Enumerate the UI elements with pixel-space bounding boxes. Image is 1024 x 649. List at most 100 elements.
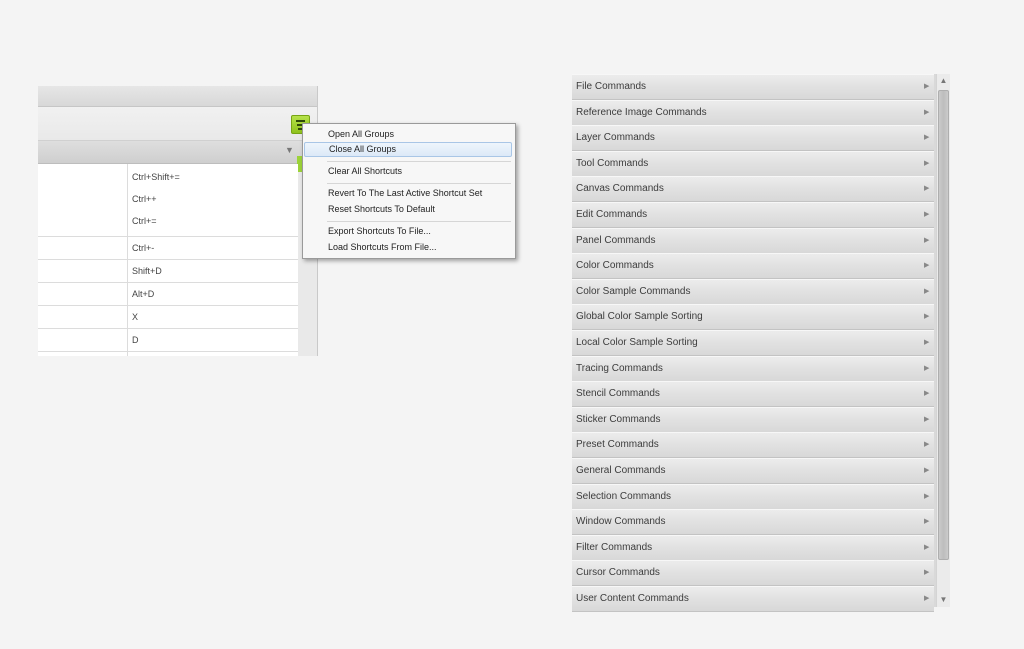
table-row[interactable]: X	[38, 306, 298, 329]
menu-item-export-shortcuts[interactable]: Export Shortcuts To File...	[304, 224, 512, 239]
shortcut-key: Shift+D	[132, 266, 162, 276]
command-group-row[interactable]: Tracing Commands ▶	[572, 355, 934, 382]
shortcut-key: Ctrl+=	[132, 216, 157, 226]
shortcut-key: Alt+D	[132, 289, 155, 299]
menu-item-clear-all-shortcuts[interactable]: Clear All Shortcuts	[304, 164, 512, 179]
chevron-right-icon[interactable]: ▶	[924, 466, 929, 474]
command-group-row[interactable]: Reference Image Commands ▶	[572, 99, 934, 126]
menu-separator	[327, 183, 511, 184]
table-row[interactable]: F5	[38, 352, 298, 356]
command-group-label: Sticker Commands	[576, 413, 661, 425]
shortcut-key: Ctrl+-	[132, 243, 155, 253]
command-group-row[interactable]: Selection Commands ▶	[572, 483, 934, 510]
command-group-row[interactable]: Sticker Commands ▶	[572, 406, 934, 433]
command-group-label: General Commands	[576, 465, 666, 476]
chevron-right-icon[interactable]: ▶	[924, 364, 929, 372]
command-group-label: Layer Commands	[576, 132, 655, 144]
shortcut-table: Ctrl+Shift+= Ctrl++ Ctrl+= Ctrl+- Shift+…	[38, 164, 298, 356]
menu-separator	[327, 161, 511, 162]
command-group-label: File Commands	[576, 81, 647, 92]
chevron-right-icon[interactable]: ▶	[924, 261, 929, 269]
command-group-label: Filter Commands	[576, 541, 653, 553]
table-row[interactable]: Shift+D	[38, 260, 298, 283]
shortcut-key: Ctrl+Shift+=	[132, 172, 180, 182]
command-group-row[interactable]: Tool Commands ▶	[572, 150, 934, 177]
command-group-row[interactable]: Global Color Sample Sorting ▶	[572, 304, 934, 331]
table-row[interactable]: Ctrl+Shift+= Ctrl++ Ctrl+=	[38, 164, 298, 237]
chevron-right-icon[interactable]: ▶	[924, 415, 929, 423]
command-group-list: File Commands ▶ Reference Image Commands ▶ L…	[572, 74, 936, 612]
command-group-row[interactable]: Panel Commands ▶	[572, 227, 934, 254]
menu-separator	[327, 221, 511, 222]
command-group-label: Window Commands	[576, 516, 666, 528]
command-group-row[interactable]: Layer Commands ▶	[572, 125, 934, 152]
panel-titlebar	[38, 86, 317, 107]
command-group-row[interactable]: Filter Commands ▶	[572, 534, 934, 561]
chevron-right-icon[interactable]: ▶	[924, 159, 929, 167]
menu-item-revert-shortcut-set[interactable]: Revert To The Last Active Shortcut Set	[304, 186, 512, 201]
chevron-right-icon[interactable]: ▶	[924, 568, 929, 576]
command-group-label: Selection Commands	[576, 490, 672, 502]
chevron-right-icon[interactable]: ▶	[924, 389, 929, 397]
command-group-row[interactable]: User Content Commands ▶	[572, 586, 934, 612]
shortcut-column-header[interactable]: ▼	[38, 141, 317, 164]
command-group-label: Stencil Commands	[576, 388, 660, 400]
command-group-row[interactable]: Stencil Commands ▶	[572, 381, 934, 408]
triangle-down-icon[interactable]: ▼	[285, 145, 294, 155]
command-group-row[interactable]: Local Color Sample Sorting ▶	[572, 330, 934, 356]
menu-item-load-shortcuts[interactable]: Load Shortcuts From File...	[304, 240, 512, 255]
command-group-label: Reference Image Commands	[576, 106, 707, 118]
chevron-right-icon[interactable]: ▶	[924, 108, 929, 116]
chevron-right-icon[interactable]: ▶	[924, 236, 929, 244]
command-group-label: Panel Commands	[576, 234, 656, 246]
chevron-right-icon[interactable]: ▶	[924, 440, 929, 448]
table-row[interactable]: D	[38, 329, 298, 352]
command-group-row[interactable]: Color Commands ▶	[572, 253, 934, 280]
chevron-right-icon[interactable]: ▶	[924, 312, 929, 320]
command-group-row[interactable]: Preset Commands ▶	[572, 432, 934, 459]
command-group-label: Tool Commands	[576, 157, 649, 169]
vertical-scrollbar[interactable]: ▲ ▼	[936, 74, 950, 607]
arrow-up-icon[interactable]: ▲	[937, 74, 950, 88]
command-group-label: Cursor Commands	[576, 567, 660, 579]
command-group-label: Preset Commands	[576, 439, 659, 451]
chevron-right-icon[interactable]: ▶	[924, 517, 929, 525]
chevron-right-icon[interactable]: ▶	[924, 594, 929, 602]
scrollbar-thumb[interactable]	[938, 90, 949, 560]
command-group-label: Global Color Sample Sorting	[576, 311, 703, 323]
chevron-right-icon[interactable]: ▶	[924, 338, 929, 346]
chevron-right-icon[interactable]: ▶	[924, 184, 929, 192]
chevron-right-icon[interactable]: ▶	[924, 210, 929, 218]
chevron-right-icon[interactable]: ▶	[924, 543, 929, 551]
shortcut-key: Ctrl++	[132, 194, 157, 204]
table-row[interactable]: Ctrl+-	[38, 237, 298, 260]
command-group-label: Edit Commands	[576, 209, 648, 220]
shortcut-key: D	[132, 335, 139, 345]
menu-icon	[296, 120, 305, 122]
command-group-row[interactable]: General Commands ▶	[572, 458, 934, 484]
command-group-label: Canvas Commands	[576, 183, 664, 195]
command-group-label: Color Sample Commands	[576, 285, 691, 297]
command-group-row[interactable]: File Commands ▶	[572, 74, 934, 100]
command-group-label: Color Commands	[576, 260, 654, 272]
menu-item-open-all-groups[interactable]: Open All Groups	[304, 127, 512, 142]
command-group-label: Local Color Sample Sorting	[576, 337, 698, 348]
command-group-row[interactable]: Edit Commands ▶	[572, 202, 934, 228]
panel-toolbar	[38, 107, 317, 141]
panel-context-menu: Open All Groups Close All Groups Clear A…	[302, 123, 516, 259]
menu-item-reset-shortcuts[interactable]: Reset Shortcuts To Default	[304, 202, 512, 217]
command-group-row[interactable]: Canvas Commands ▶	[572, 176, 934, 203]
chevron-right-icon[interactable]: ▶	[924, 287, 929, 295]
table-row[interactable]: Alt+D	[38, 283, 298, 306]
chevron-right-icon[interactable]: ▶	[924, 82, 929, 90]
arrow-down-icon[interactable]: ▼	[937, 593, 950, 607]
command-group-row[interactable]: Cursor Commands ▶	[572, 560, 934, 587]
command-group-label: Tracing Commands	[576, 362, 663, 374]
command-group-label: User Content Commands	[576, 593, 689, 604]
chevron-right-icon[interactable]: ▶	[924, 133, 929, 141]
command-group-row[interactable]: Color Sample Commands ▶	[572, 278, 934, 305]
menu-item-close-all-groups[interactable]: Close All Groups	[304, 142, 512, 157]
chevron-right-icon[interactable]: ▶	[924, 492, 929, 500]
command-group-row[interactable]: Window Commands ▶	[572, 509, 934, 536]
shortcuts-panel: ▼ Ctrl+Shift+= Ctrl++ Ctrl+= Ctrl+- Shif…	[38, 86, 318, 356]
